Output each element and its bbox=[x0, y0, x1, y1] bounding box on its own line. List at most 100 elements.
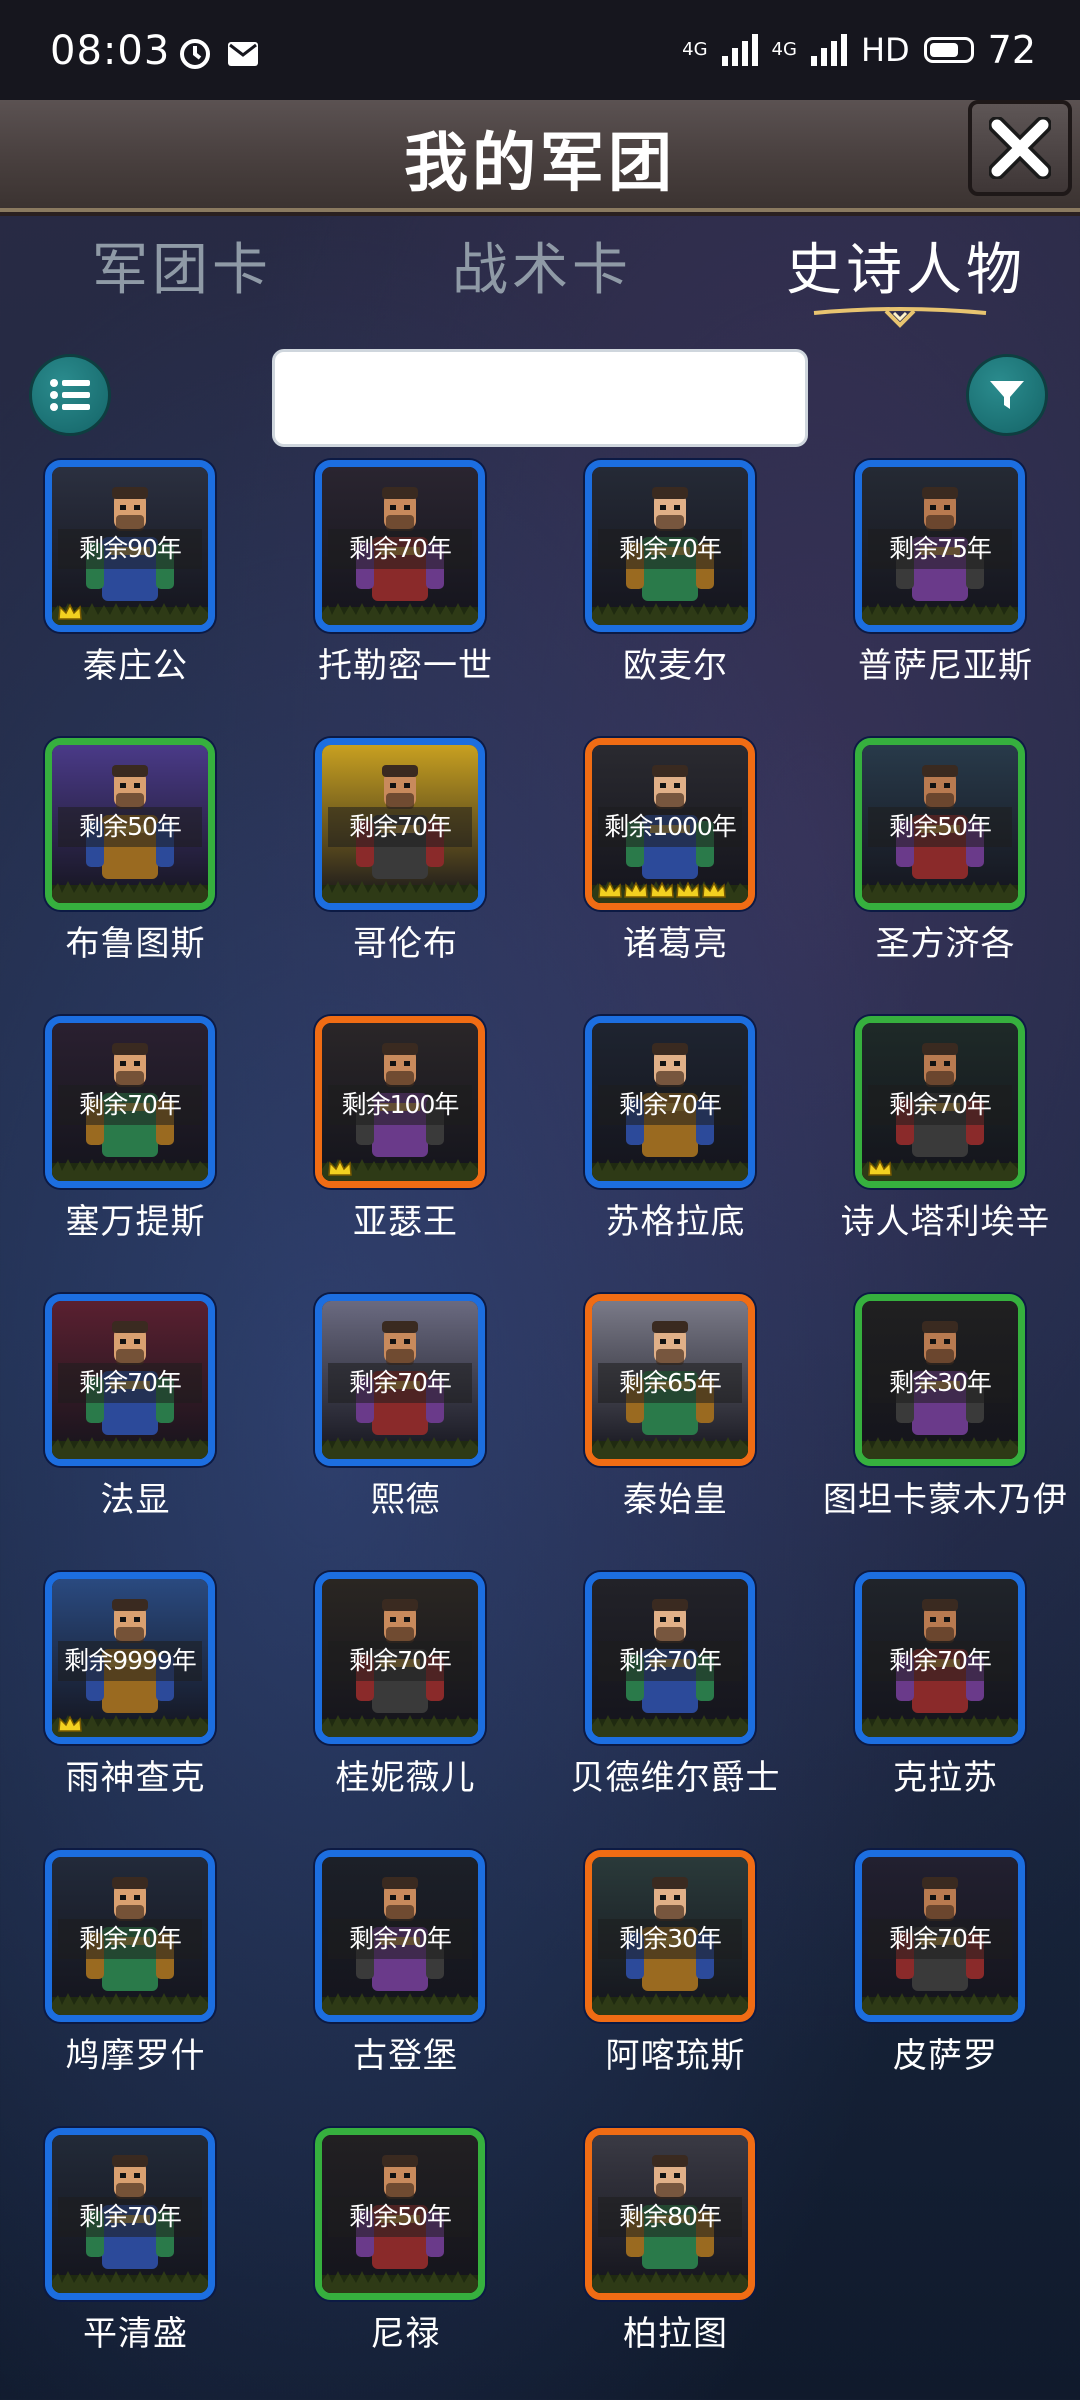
remaining-years-label: 剩余70年 bbox=[328, 1919, 472, 1959]
remaining-years-label: 剩余70年 bbox=[598, 1641, 742, 1681]
grass-decoration bbox=[52, 1989, 208, 2015]
character-card[interactable]: 剩余50年 尼禄 bbox=[270, 2128, 541, 2388]
character-portrait: 剩余70年 bbox=[315, 738, 485, 910]
character-portrait: 剩余80年 bbox=[585, 2128, 755, 2300]
character-portrait: 剩余90年 bbox=[45, 460, 215, 632]
character-card[interactable]: 剩余9999年雨神查克 bbox=[0, 1572, 271, 1832]
character-portrait: 剩余100年 bbox=[315, 1016, 485, 1188]
character-name: 鸠摩罗什 bbox=[65, 2036, 206, 2076]
crown-icon bbox=[868, 1159, 892, 1176]
remaining-years-label: 剩余1000年 bbox=[598, 807, 742, 847]
character-card[interactable]: 剩余70年 平清盛 bbox=[0, 2128, 271, 2388]
character-name: 古登堡 bbox=[353, 2036, 458, 2076]
remaining-years-label: 剩余50年 bbox=[868, 807, 1012, 847]
grass-decoration bbox=[322, 2267, 478, 2293]
character-card[interactable]: 剩余70年 皮萨罗 bbox=[810, 1850, 1080, 2110]
character-portrait: 剩余9999年 bbox=[45, 1572, 215, 1744]
character-name: 桂妮薇儿 bbox=[335, 1758, 476, 1798]
crown-icon bbox=[58, 1715, 82, 1732]
remaining-years-label: 剩余70年 bbox=[328, 1363, 472, 1403]
character-portrait: 剩余70年 bbox=[45, 1016, 215, 1188]
remaining-years-label: 剩余30年 bbox=[598, 1919, 742, 1959]
character-portrait: 剩余70年 bbox=[855, 1016, 1025, 1188]
character-portrait: 剩余70年 bbox=[315, 460, 485, 632]
character-card[interactable]: 剩余70年法显 bbox=[0, 1294, 271, 1554]
crown-rank bbox=[58, 603, 82, 621]
character-name: 亚瑟王 bbox=[353, 1202, 458, 1242]
character-portrait: 剩余70年 bbox=[45, 1294, 215, 1466]
character-portrait: 剩余70年 bbox=[315, 1294, 485, 1466]
character-card[interactable]: 剩余75年普萨尼亚斯 bbox=[810, 460, 1080, 720]
character-portrait: 剩余70年 bbox=[585, 1572, 755, 1744]
character-card[interactable]: 剩余90年秦庄公 bbox=[0, 460, 271, 720]
character-card[interactable]: 剩余100年亚瑟王 bbox=[270, 1016, 541, 1276]
character-name: 欧麦尔 bbox=[623, 646, 728, 686]
character-name: 尼禄 bbox=[370, 2314, 441, 2354]
character-card[interactable]: 剩余70年 苏格拉底 bbox=[540, 1016, 811, 1276]
grass-decoration bbox=[322, 599, 478, 625]
crown-icon bbox=[702, 881, 726, 898]
character-card[interactable]: 剩余70年鸠摩罗什 bbox=[0, 1850, 271, 2110]
remaining-years-label: 剩余70年 bbox=[868, 1641, 1012, 1681]
remaining-years-label: 剩余70年 bbox=[328, 1641, 472, 1681]
character-name: 克拉苏 bbox=[893, 1758, 998, 1798]
character-card[interactable]: 剩余50年 圣方济各 bbox=[810, 738, 1080, 998]
grass-decoration bbox=[52, 2267, 208, 2293]
character-card[interactable]: 剩余50年布鲁图斯 bbox=[0, 738, 271, 998]
remaining-years-label: 剩余75年 bbox=[868, 529, 1012, 569]
grass-decoration bbox=[322, 1433, 478, 1459]
character-card[interactable]: 剩余70年塞万提斯 bbox=[0, 1016, 271, 1276]
grass-decoration bbox=[862, 1433, 1018, 1459]
character-card[interactable]: 剩余70年桂妮薇儿 bbox=[270, 1572, 541, 1832]
grass-decoration bbox=[862, 877, 1018, 903]
remaining-years-label: 剩余90年 bbox=[58, 529, 202, 569]
character-portrait: 剩余1000年 bbox=[585, 738, 755, 910]
character-card[interactable]: 剩余70年欧麦尔 bbox=[540, 460, 811, 720]
character-card[interactable]: 剩余70年 诗人塔利埃辛 bbox=[810, 1016, 1080, 1276]
character-card[interactable]: 剩余70年 熙德 bbox=[270, 1294, 541, 1554]
crown-icon bbox=[58, 603, 82, 620]
remaining-years-label: 剩余70年 bbox=[598, 529, 742, 569]
character-card[interactable]: 剩余30年阿喀琉斯 bbox=[540, 1850, 811, 2110]
crown-rank bbox=[868, 1159, 892, 1177]
remaining-years-label: 剩余30年 bbox=[868, 1363, 1012, 1403]
character-card[interactable]: 剩余70年 托勒密一世 bbox=[270, 460, 541, 720]
grass-decoration bbox=[52, 877, 208, 903]
grass-decoration bbox=[862, 599, 1018, 625]
character-portrait: 剩余30年 bbox=[585, 1850, 755, 2022]
remaining-years-label: 剩余100年 bbox=[328, 1085, 472, 1125]
character-name: 阿喀琉斯 bbox=[605, 2036, 746, 2076]
character-name: 布鲁图斯 bbox=[65, 924, 206, 964]
grass-decoration bbox=[592, 1711, 748, 1737]
character-name: 秦庄公 bbox=[83, 646, 188, 686]
character-card[interactable]: 剩余80年 柏拉图 bbox=[540, 2128, 811, 2388]
character-name: 贝德维尔爵士 bbox=[570, 1758, 781, 1798]
character-card[interactable]: 剩余70年 哥伦布 bbox=[270, 738, 541, 998]
grass-decoration bbox=[592, 2267, 748, 2293]
character-name: 法显 bbox=[100, 1480, 171, 1520]
character-name: 塞万提斯 bbox=[65, 1202, 206, 1242]
character-portrait: 剩余70年 bbox=[585, 1016, 755, 1188]
grass-decoration bbox=[322, 1989, 478, 2015]
remaining-years-label: 剩余70年 bbox=[598, 1085, 742, 1125]
character-card[interactable]: 剩余70年古登堡 bbox=[270, 1850, 541, 2110]
crown-rank bbox=[328, 1159, 352, 1177]
character-portrait: 剩余70年 bbox=[315, 1572, 485, 1744]
character-card[interactable]: 剩余1000年诸葛亮 bbox=[540, 738, 811, 998]
character-portrait: 剩余70年 bbox=[45, 1850, 215, 2022]
character-card[interactable]: 剩余70年贝德维尔爵士 bbox=[540, 1572, 811, 1832]
crown-icon bbox=[676, 881, 700, 898]
character-portrait: 剩余70年 bbox=[315, 1850, 485, 2022]
grass-decoration bbox=[862, 1711, 1018, 1737]
character-card[interactable]: 剩余70年克拉苏 bbox=[810, 1572, 1080, 1832]
character-card[interactable]: 剩余65年 秦始皇 bbox=[540, 1294, 811, 1554]
character-name: 雨神查克 bbox=[65, 1758, 206, 1798]
remaining-years-label: 剩余50年 bbox=[58, 807, 202, 847]
character-name: 诸葛亮 bbox=[623, 924, 728, 964]
character-name: 普萨尼亚斯 bbox=[858, 646, 1033, 686]
character-name: 秦始皇 bbox=[623, 1480, 728, 1520]
crown-icon bbox=[650, 881, 674, 898]
grass-decoration bbox=[862, 1989, 1018, 2015]
character-name: 图坦卡蒙木乃伊 bbox=[823, 1480, 1068, 1520]
character-card[interactable]: 剩余30年图坦卡蒙木乃伊 bbox=[810, 1294, 1080, 1554]
